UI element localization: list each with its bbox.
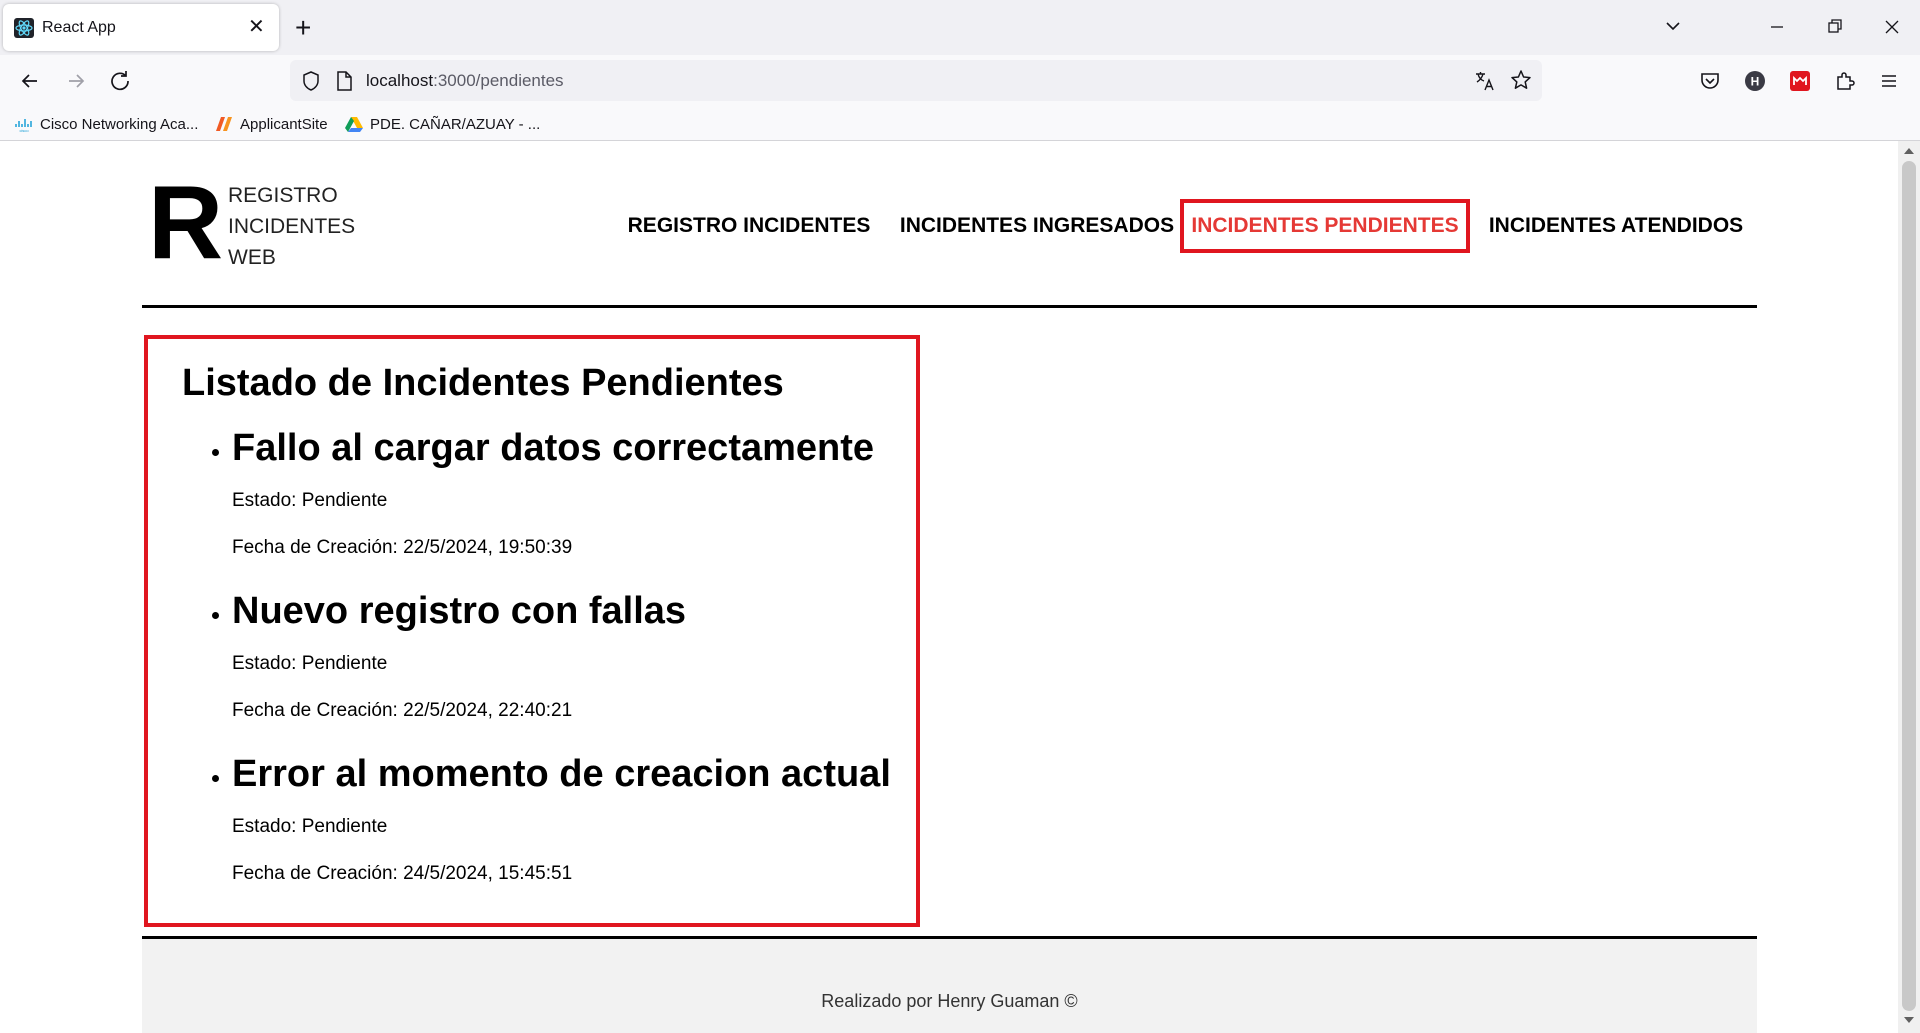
nav-incidentes-atendidos[interactable]: INCIDENTES ATENDIDOS bbox=[1476, 199, 1756, 253]
bookmark-pde[interactable]: PDE. CAÑAR/AZUAY - ... bbox=[344, 113, 540, 135]
page-viewport: R REGISTRO INCIDENTES WEB REGISTRO INCID… bbox=[0, 141, 1898, 1033]
bookmark-label: ApplicantSite bbox=[240, 115, 328, 133]
chevron-down-icon[interactable] bbox=[1660, 13, 1686, 39]
incident-date: Fecha de Creación: 24/5/2024, 15:45:51 bbox=[232, 863, 573, 884]
scroll-thumb[interactable] bbox=[1902, 161, 1916, 1011]
svg-text:cisco: cisco bbox=[19, 128, 29, 132]
bookmark-label: PDE. CAÑAR/AZUAY - ... bbox=[370, 115, 541, 133]
extension-h-icon[interactable]: H bbox=[1742, 68, 1768, 94]
bullet bbox=[212, 775, 219, 782]
panel-title: Listado de Incidentes Pendientes bbox=[182, 362, 784, 404]
applicantsite-icon bbox=[214, 116, 234, 132]
url-path: :3000/pendientes bbox=[433, 71, 564, 90]
header-divider bbox=[142, 305, 1757, 308]
bookmark-applicantsite[interactable]: ApplicantSite bbox=[214, 113, 328, 135]
url-text[interactable]: localhost:3000/pendientes bbox=[366, 71, 564, 91]
bookmarks-bar: cisco Cisco Networking Aca... ApplicantS… bbox=[0, 107, 1920, 141]
scroll-up-arrow-icon[interactable] bbox=[1902, 144, 1916, 158]
page-footer: Realizado por Henry Guaman © bbox=[142, 939, 1757, 1033]
translate-icon[interactable] bbox=[1473, 69, 1497, 93]
page-container: R REGISTRO INCIDENTES WEB REGISTRO INCID… bbox=[142, 141, 1757, 1033]
menu-hamburger-icon[interactable] bbox=[1876, 68, 1902, 94]
bookmark-star-icon[interactable] bbox=[1509, 68, 1533, 92]
bookmark-cisco[interactable]: cisco Cisco Networking Aca... bbox=[14, 113, 198, 135]
back-arrow-icon[interactable] bbox=[16, 67, 44, 95]
incident-date: Fecha de Creación: 22/5/2024, 22:40:21 bbox=[232, 700, 573, 721]
incident-status: Estado: Pendiente bbox=[232, 653, 388, 674]
page-icon[interactable] bbox=[334, 70, 354, 92]
pending-incidents-panel: Listado de Incidentes Pendientes Fallo a… bbox=[144, 335, 920, 927]
incident-status: Estado: Pendiente bbox=[232, 490, 388, 511]
extensions-puzzle-icon[interactable] bbox=[1832, 68, 1858, 94]
bullet bbox=[212, 612, 219, 619]
url-bar[interactable]: localhost:3000/pendientes bbox=[290, 60, 1542, 101]
google-drive-icon bbox=[344, 116, 364, 132]
url-host: localhost bbox=[366, 71, 434, 90]
nav-incidentes-ingresados[interactable]: INCIDENTES INGRESADOS bbox=[892, 199, 1182, 253]
forward-arrow-icon[interactable] bbox=[62, 67, 90, 95]
nav-registro-incidentes[interactable]: REGISTRO INCIDENTES bbox=[614, 199, 884, 253]
nav-incidentes-pendientes[interactable]: INCIDENTES PENDIENTES bbox=[1180, 199, 1470, 253]
browser-toolbar: localhost:3000/pendientes H bbox=[0, 55, 1920, 107]
incident-status: Estado: Pendiente bbox=[232, 816, 388, 837]
footer-text: Realizado por Henry Guaman © bbox=[821, 991, 1078, 1011]
close-tab-icon[interactable]: ✕ bbox=[248, 15, 265, 39]
bullet bbox=[212, 449, 219, 456]
extension-badge-text: H bbox=[1751, 75, 1760, 89]
restore-icon[interactable] bbox=[1820, 12, 1850, 42]
incident-title: Error al momento de creacion actual bbox=[232, 753, 891, 795]
bookmark-label: Cisco Networking Aca... bbox=[40, 115, 199, 133]
incident-title: Fallo al cargar datos correctamente bbox=[232, 427, 875, 469]
close-window-icon[interactable] bbox=[1877, 12, 1907, 42]
new-tab-icon[interactable]: + bbox=[295, 11, 311, 45]
tab-title: React App bbox=[42, 19, 116, 36]
react-favicon-icon bbox=[14, 18, 34, 38]
main-nav: REGISTRO INCIDENTES INCIDENTES INGRESADO… bbox=[142, 199, 1757, 253]
scroll-down-arrow-icon[interactable] bbox=[1902, 1013, 1916, 1027]
incident-date: Fecha de Creación: 22/5/2024, 19:50:39 bbox=[232, 537, 573, 558]
pocket-icon[interactable] bbox=[1697, 68, 1723, 94]
page-scrollbar[interactable] bbox=[1898, 141, 1920, 1033]
tab-bar: React App ✕ + bbox=[0, 0, 1920, 55]
browser-tab[interactable]: React App ✕ bbox=[3, 4, 279, 51]
incident-title: Nuevo registro con fallas bbox=[232, 590, 687, 632]
cisco-icon: cisco bbox=[14, 116, 34, 133]
reload-icon[interactable] bbox=[106, 67, 134, 95]
mendeley-extension-icon[interactable] bbox=[1787, 68, 1813, 94]
shield-icon[interactable] bbox=[300, 70, 322, 92]
minimize-icon[interactable] bbox=[1762, 12, 1792, 42]
